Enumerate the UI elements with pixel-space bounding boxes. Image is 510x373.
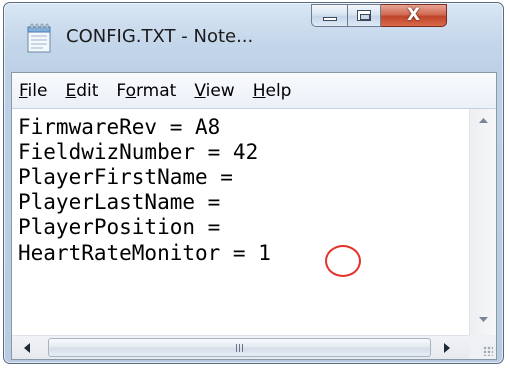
menu-format[interactable]: Format <box>111 81 181 101</box>
text-line: PlayerFirstName = <box>18 165 233 189</box>
menu-file[interactable]: File <box>14 81 52 101</box>
caption-buttons: X <box>311 4 447 28</box>
arrow-up-icon[interactable] <box>479 118 488 124</box>
size-grip-icon <box>483 346 493 356</box>
text-line: PlayerLastName = <box>18 190 221 214</box>
menu-view[interactable]: View <box>189 81 239 101</box>
menu-edit[interactable]: Edit <box>60 81 103 101</box>
size-grip[interactable] <box>469 335 496 359</box>
minimize-icon <box>322 16 337 21</box>
text-line: FieldwizNumber = 42 <box>18 140 259 164</box>
arrow-right-icon[interactable] <box>444 343 450 353</box>
horizontal-scrollbar[interactable] <box>12 335 469 359</box>
text-line: FirmwareRev = A8 <box>18 115 221 139</box>
grip-icon <box>235 344 244 352</box>
horizontal-scroll-thumb[interactable] <box>48 338 431 357</box>
text-editor[interactable]: FirmwareRev = A8 FieldwizNumber = 42 Pla… <box>12 109 469 335</box>
window-title: CONFIG.TXT - Note... <box>66 26 254 47</box>
maximize-icon <box>357 10 371 21</box>
text-line: HeartRateMonitor = 1 <box>18 241 271 265</box>
close-button[interactable]: X <box>381 4 447 27</box>
notepad-icon <box>27 23 51 53</box>
menu-help[interactable]: Help <box>248 81 297 101</box>
text-line: PlayerPosition = <box>18 215 221 239</box>
maximize-button[interactable] <box>348 4 381 27</box>
vertical-scrollbar[interactable] <box>469 109 496 335</box>
notepad-window: CONFIG.TXT - Note... X File Edit Format … <box>3 2 504 364</box>
arrow-left-icon[interactable] <box>24 343 30 353</box>
arrow-down-icon[interactable] <box>479 317 488 323</box>
minimize-button[interactable] <box>311 4 348 27</box>
title-bar[interactable]: CONFIG.TXT - Note... X <box>4 3 503 55</box>
client-area: File Edit Format View Help FirmwareRev =… <box>11 72 497 360</box>
annotation-circle <box>325 245 361 277</box>
close-icon: X <box>406 5 421 25</box>
menu-bar: File Edit Format View Help <box>12 73 496 109</box>
